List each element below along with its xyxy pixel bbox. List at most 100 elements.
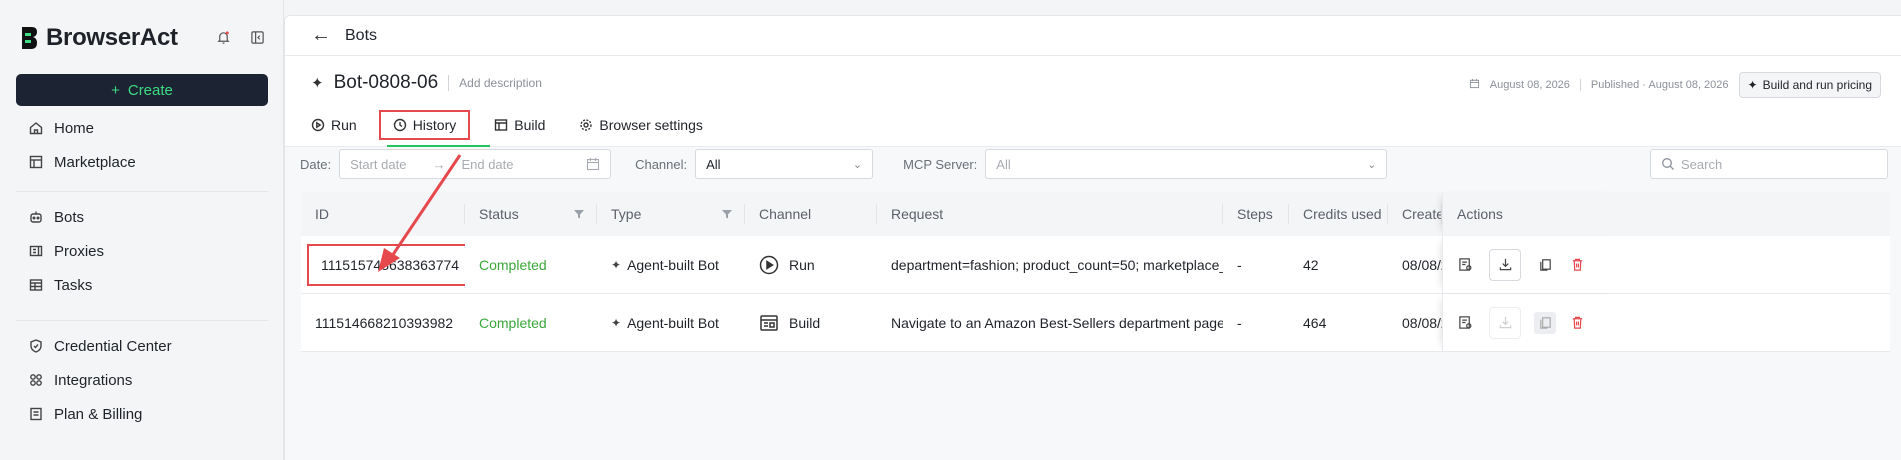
calendar-icon [587, 158, 600, 171]
divider [1579, 79, 1581, 91]
sidebar: BrowserAct + Create Home Marketplace Bot… [0, 0, 284, 460]
collapse-sidebar-icon[interactable] [248, 28, 266, 46]
sidebar-item-credential-center[interactable]: Credential Center [16, 329, 268, 363]
add-description-link[interactable]: Add description [459, 76, 542, 90]
end-date-input[interactable]: End date [461, 157, 513, 172]
tab-label: Browser settings [599, 117, 703, 133]
copy-icon[interactable] [1537, 257, 1553, 273]
bot-meta: August 08, 2026 Published · August 08, 2… [1469, 72, 1881, 98]
page-title: Bots [345, 26, 378, 44]
search-input[interactable]: Search [1650, 149, 1888, 179]
published-date: Published · August 08, 2026 [1590, 79, 1729, 91]
request-cell: department=fashion; product_count=50; ma… [891, 256, 1223, 273]
sidebar-item-marketplace[interactable]: Marketplace [16, 145, 268, 179]
column-header-created: Created [1388, 192, 1442, 236]
build-layout-icon [759, 313, 779, 333]
sidebar-item-proxies[interactable]: Proxies [16, 234, 268, 268]
delete-icon[interactable] [1569, 315, 1585, 331]
start-date-input[interactable]: Start date [350, 157, 406, 172]
download-icon [1499, 258, 1511, 271]
column-header-label: Type [611, 206, 642, 222]
sparkle-icon: ✦ [611, 257, 622, 272]
column-header-channel: Channel [745, 192, 877, 236]
column-header-label: Status [479, 206, 519, 222]
column-header-request: Request [877, 192, 1223, 236]
brand-name: BrowserAct [46, 24, 178, 51]
tab-label: History [412, 117, 457, 133]
actions-cell [1442, 294, 1622, 351]
channel-filter-label: Channel: [635, 156, 688, 172]
created-date: August 08, 2026 [1489, 79, 1570, 91]
date-range-picker[interactable]: Start date → End date [339, 149, 612, 179]
created-cell: 08/08/2 [1402, 314, 1442, 331]
channel-cell: Build [745, 294, 877, 351]
divider [448, 75, 450, 91]
table-row[interactable]: 111514668210393982 Completed ✦ Agent-bui… [301, 294, 1890, 352]
browseract-logo-icon [22, 27, 37, 49]
table-row[interactable]: 111515743638363774 Completed ✦ Agent-bui… [301, 236, 1890, 294]
calendar-icon [1469, 78, 1480, 92]
history-table: ID Status Type Channel Request Steps Cre… [301, 192, 1890, 352]
type-label: Agent-built Bot [627, 314, 719, 331]
topbar: ← Bots [285, 16, 1901, 56]
view-details-icon[interactable] [1457, 257, 1473, 273]
nav-tertiary: Credential Center Integrations Plan & Bi… [16, 329, 268, 431]
filter-funnel-icon[interactable] [573, 208, 585, 220]
tab-build[interactable]: Build [482, 110, 557, 140]
bot-icon [30, 211, 42, 223]
credential-icon [30, 339, 42, 353]
status-cell: Completed [465, 294, 597, 351]
id-cell: 111515743638363774 [301, 236, 465, 293]
sidebar-item-tasks[interactable]: Tasks [16, 268, 268, 302]
tab-bar: Run History Build Browser settings [311, 110, 715, 146]
sidebar-item-plan-billing[interactable]: Plan & Billing [16, 397, 268, 431]
main-panel: ← Bots ✦ Bot-0808-06 Add description Aug… [284, 15, 1901, 460]
build-run-pricing-button[interactable]: ✦ Build and run pricing [1738, 72, 1881, 98]
date-filter-label: Date: [300, 156, 332, 172]
filter-funnel-icon[interactable] [721, 208, 733, 220]
tab-browser-settings[interactable]: Browser settings [567, 110, 714, 140]
download-button[interactable] [1489, 248, 1521, 281]
create-button[interactable]: + Create [16, 74, 268, 106]
filter-bar: Date: Start date → End date Channel: All… [300, 149, 1388, 179]
type-cell: ✦ Agent-built Bot [597, 294, 745, 351]
history-panel: Date: Start date → End date Channel: All… [285, 147, 1901, 460]
brand[interactable]: BrowserAct [20, 24, 178, 52]
sidebar-item-integrations[interactable]: Integrations [16, 363, 268, 397]
bot-name[interactable]: Bot-0808-06 [334, 72, 439, 94]
delete-icon[interactable] [1569, 257, 1585, 273]
channel-select[interactable]: All ⌄ [695, 149, 874, 179]
column-header-credits: Credits used [1289, 192, 1388, 236]
sidebar-item-label: Bots [54, 208, 85, 226]
sidebar-item-bots[interactable]: Bots [16, 200, 268, 234]
status-cell: Completed [465, 236, 597, 293]
build-layout-icon [495, 119, 508, 131]
credits-cell: 464 [1303, 314, 1327, 331]
tab-label: Build [514, 117, 546, 133]
column-header-id: ID [301, 192, 465, 236]
run-id[interactable]: 111514668210393982 [301, 294, 465, 351]
notification-bell-icon[interactable] [214, 28, 232, 46]
run-id[interactable]: 111515743638363774 [307, 243, 465, 286]
table-header: ID Status Type Channel Request Steps Cre… [301, 192, 1890, 236]
channel-label: Build [789, 314, 821, 331]
sidebar-item-label: Home [54, 119, 95, 137]
sidebar-item-home[interactable]: Home [16, 111, 268, 145]
download-button[interactable] [1489, 306, 1521, 339]
copy-icon[interactable] [1534, 311, 1556, 334]
mcp-server-select[interactable]: All ⌄ [985, 149, 1388, 179]
tab-history[interactable]: History [378, 110, 471, 140]
actions-cell [1442, 236, 1622, 293]
mcp-filter-label: MCP Server: [903, 156, 978, 172]
view-details-icon[interactable] [1457, 315, 1473, 331]
steps-cell: - [1237, 314, 1242, 331]
back-arrow-icon[interactable]: ← [311, 24, 331, 47]
mcp-select-value: All [996, 156, 1011, 172]
column-header-type: Type [597, 192, 745, 236]
home-icon [29, 122, 43, 135]
play-circle-icon [311, 118, 325, 132]
tasks-icon [29, 279, 43, 291]
tab-run[interactable]: Run [311, 110, 369, 140]
marketplace-icon [29, 155, 43, 169]
sparkle-icon: ✦ [1747, 78, 1758, 92]
